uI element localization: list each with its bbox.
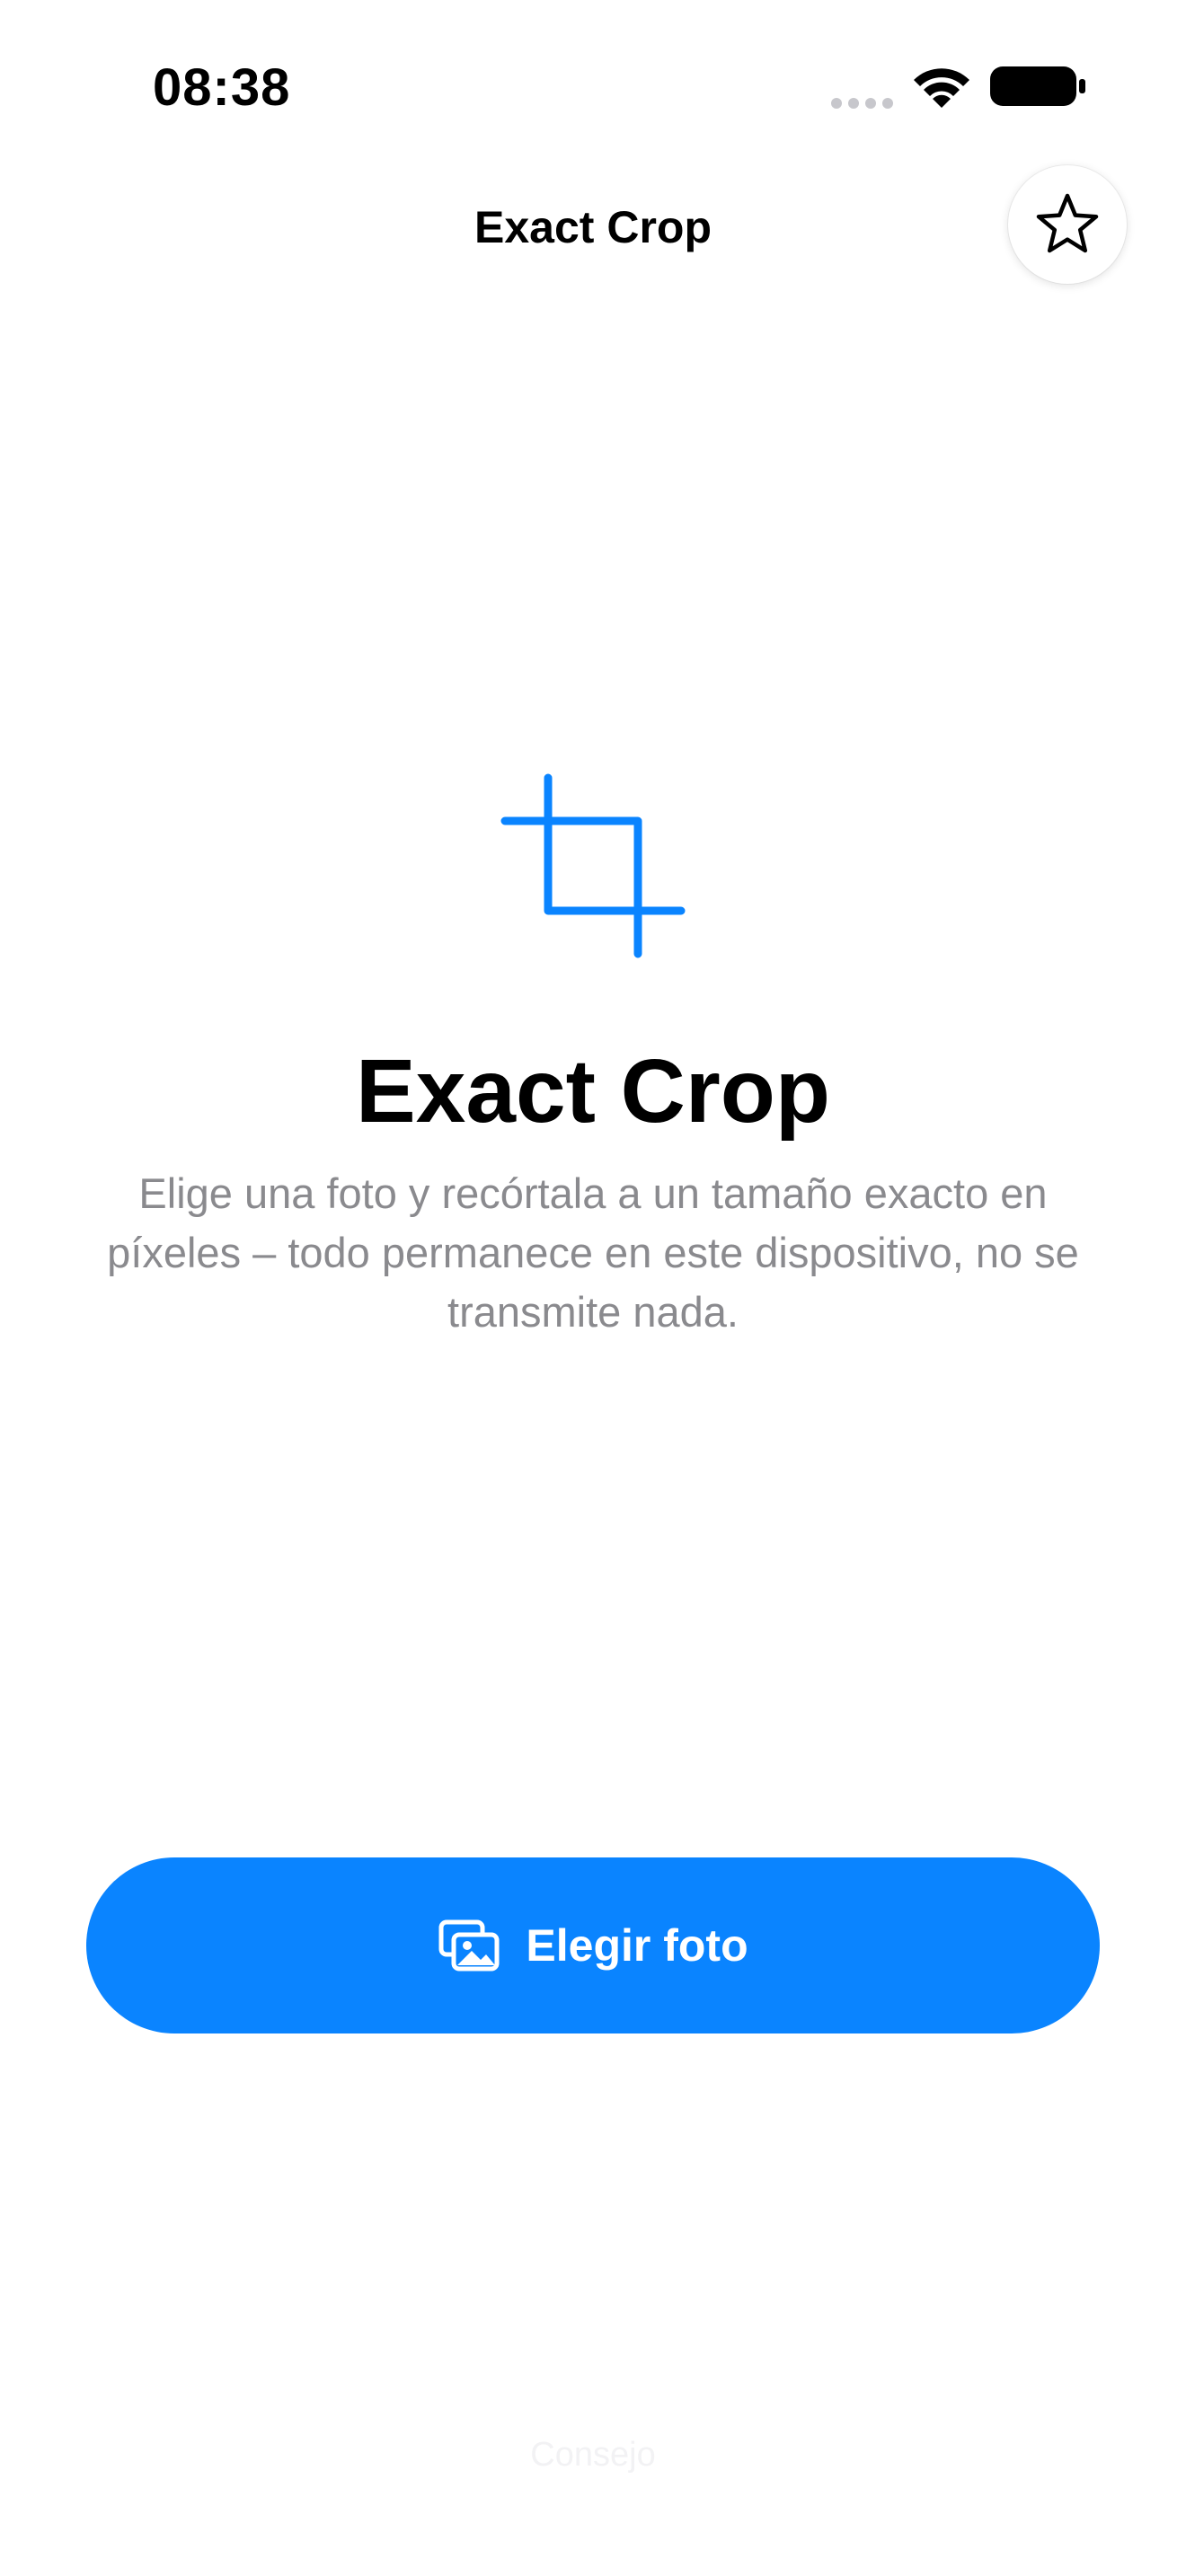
crop-icon xyxy=(500,773,686,958)
choose-photo-button[interactable]: Elegir foto xyxy=(86,1857,1100,2033)
hero-description: Elige una foto y recórtala a un tamaño e… xyxy=(107,1169,1079,1336)
signal-dots-icon xyxy=(831,98,893,109)
battery-icon xyxy=(990,66,1085,106)
status-bar: 08:38 xyxy=(0,0,1186,162)
footer-hint: Consejo xyxy=(530,2436,656,2474)
choose-photo-label: Elegir foto xyxy=(526,1920,748,1971)
wifi-icon xyxy=(914,68,969,108)
star-icon xyxy=(1036,193,1099,253)
hero-title: Exact Crop xyxy=(356,1041,830,1142)
photo-stack-icon xyxy=(438,1919,500,1972)
favorite-button[interactable] xyxy=(1008,165,1127,284)
status-time: 08:38 xyxy=(153,58,291,117)
